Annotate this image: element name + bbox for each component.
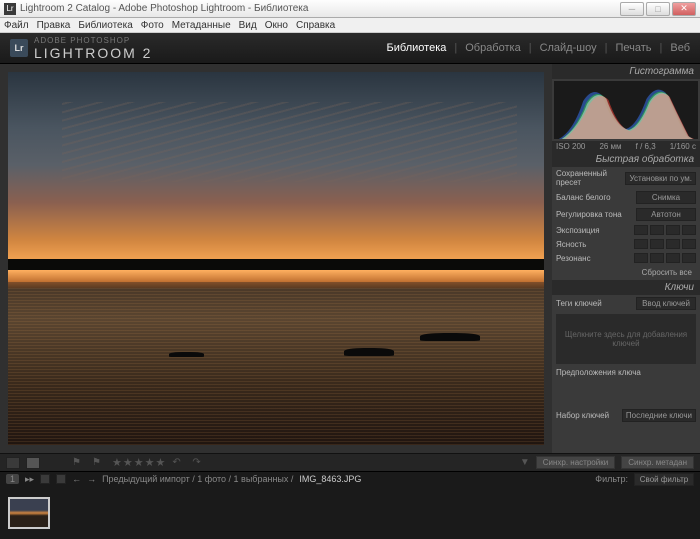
filmstrip-filename: IMG_8463.JPG <box>299 474 361 484</box>
filmstrip-info: Предыдущий импорт / 1 фото / 1 выбранных… <box>102 474 293 484</box>
wb-label: Баланс белого <box>556 193 632 202</box>
module-slideshow[interactable]: Слайд-шоу <box>540 42 597 54</box>
vibrance-label: Резонанс <box>556 254 630 263</box>
app-tagline: ADOBE PHOTOSHOP <box>34 36 152 45</box>
app-icon: Lr <box>4 3 16 15</box>
loupe-view <box>0 64 552 453</box>
module-print[interactable]: Печать <box>615 42 651 54</box>
wb-select[interactable]: Снимка <box>636 191 696 204</box>
histogram[interactable] <box>554 81 698 139</box>
grid-med-icon[interactable] <box>56 474 66 484</box>
exposure-label: Экспозиция <box>556 226 630 235</box>
loupe-view-icon[interactable] <box>26 457 40 469</box>
grid-small-icon[interactable] <box>40 474 50 484</box>
rotate-ccw-icon[interactable]: ↶ <box>172 457 186 469</box>
module-develop[interactable]: Обработка <box>465 42 520 54</box>
focal-value: 26 мм <box>599 142 621 151</box>
sync-metadata-button[interactable]: Синхр. метадан <box>621 456 694 469</box>
window-titlebar: Lr Lightroom 2 Catalog - Adobe Photoshop… <box>0 0 700 18</box>
keyword-set-select[interactable]: Последние ключи <box>622 409 696 422</box>
keyword-set-label: Набор ключей <box>556 411 618 420</box>
keyword-suggest-label: Предположения ключа <box>556 368 696 377</box>
close-button[interactable]: ✕ <box>672 2 696 16</box>
vibrance-stepper[interactable] <box>634 253 696 263</box>
lightroom-logo-icon: Lr <box>10 39 28 57</box>
quickdev-header[interactable]: Быстрая обработка <box>552 152 700 167</box>
keyword-mode-select[interactable]: Ввод ключей <box>636 297 696 310</box>
clarity-label: Ясность <box>556 240 630 249</box>
rating-stars[interactable]: ★★★★★ <box>112 456 166 469</box>
app-name: LIGHTROOM 2 <box>34 45 152 61</box>
module-library[interactable]: Библиотека <box>387 42 447 54</box>
menu-metadata[interactable]: Метаданные <box>172 20 231 31</box>
sync-settings-button[interactable]: Синхр. настройки <box>536 456 615 469</box>
menu-window[interactable]: Окно <box>265 20 288 31</box>
keywords-header[interactable]: Ключи <box>552 280 700 295</box>
app-header: Lr ADOBE PHOTOSHOP LIGHTROOM 2 Библиотек… <box>0 33 700 64</box>
menu-help[interactable]: Справка <box>296 20 335 31</box>
rotate-cw-icon[interactable]: ↷ <box>192 457 206 469</box>
minimize-button[interactable]: ─ <box>620 2 644 16</box>
filter-select[interactable]: Свой фильтр <box>634 473 694 486</box>
keyword-tags-label: Теги ключей <box>556 299 632 308</box>
clarity-stepper[interactable] <box>634 239 696 249</box>
back-icon[interactable]: ← <box>72 474 81 484</box>
right-panel: Гистограмма ISO 200 26 мм f / 6,3 1/160 … <box>552 64 700 453</box>
flag-icon[interactable]: ⚑ <box>72 457 86 469</box>
menu-file[interactable]: Файл <box>4 20 29 31</box>
iso-value: ISO 200 <box>556 142 585 151</box>
filmstrip[interactable] <box>0 486 700 539</box>
toolbar: ⚑ ⚑ ★★★★★ ↶ ↷ ▼ Синхр. настройки Синхр. … <box>0 453 700 471</box>
menubar: Файл Правка Библиотека Фото Метаданные В… <box>0 18 700 33</box>
filmstrip-header: 1 ▸▸ ← → Предыдущий импорт / 1 фото / 1 … <box>0 471 700 486</box>
menu-edit[interactable]: Правка <box>37 20 71 31</box>
tone-label: Регулировка тона <box>556 210 632 219</box>
keyword-input[interactable]: Щелкните здесь для добавления ключей <box>556 314 696 364</box>
menu-view[interactable]: Вид <box>239 20 257 31</box>
forward-icon[interactable]: → <box>87 474 96 484</box>
reject-icon[interactable]: ⚑ <box>92 457 106 469</box>
preset-select[interactable]: Установки по ум. <box>625 172 696 185</box>
menu-photo[interactable]: Фото <box>141 20 164 31</box>
window-title: Lightroom 2 Catalog - Adobe Photoshop Li… <box>20 3 620 14</box>
histogram-info: ISO 200 26 мм f / 6,3 1/160 с <box>552 141 700 152</box>
exposure-stepper[interactable] <box>634 225 696 235</box>
module-web[interactable]: Веб <box>670 42 690 54</box>
maximize-button[interactable]: □ <box>646 2 670 16</box>
preset-label: Сохраненный пресет <box>556 169 621 187</box>
toolbar-chevron-icon[interactable]: ▼ <box>520 457 530 468</box>
filmstrip-nav-icon[interactable]: ▸▸ <box>25 474 34 485</box>
photo-preview[interactable] <box>8 72 544 445</box>
filter-label: Фильтр: <box>595 474 628 484</box>
histogram-header[interactable]: Гистограмма <box>552 64 700 79</box>
monitor-badge[interactable]: 1 <box>6 474 19 484</box>
reset-all-button[interactable]: Сбросить все <box>556 267 696 278</box>
grid-view-icon[interactable] <box>6 457 20 469</box>
shutter-value: 1/160 с <box>670 142 696 151</box>
module-picker: Библиотека| Обработка| Слайд-шоу| Печать… <box>387 42 690 54</box>
aperture-value: f / 6,3 <box>636 142 656 151</box>
menu-library[interactable]: Библиотека <box>78 20 132 31</box>
autotone-button[interactable]: Автотон <box>636 208 696 221</box>
thumbnail[interactable] <box>8 497 50 529</box>
